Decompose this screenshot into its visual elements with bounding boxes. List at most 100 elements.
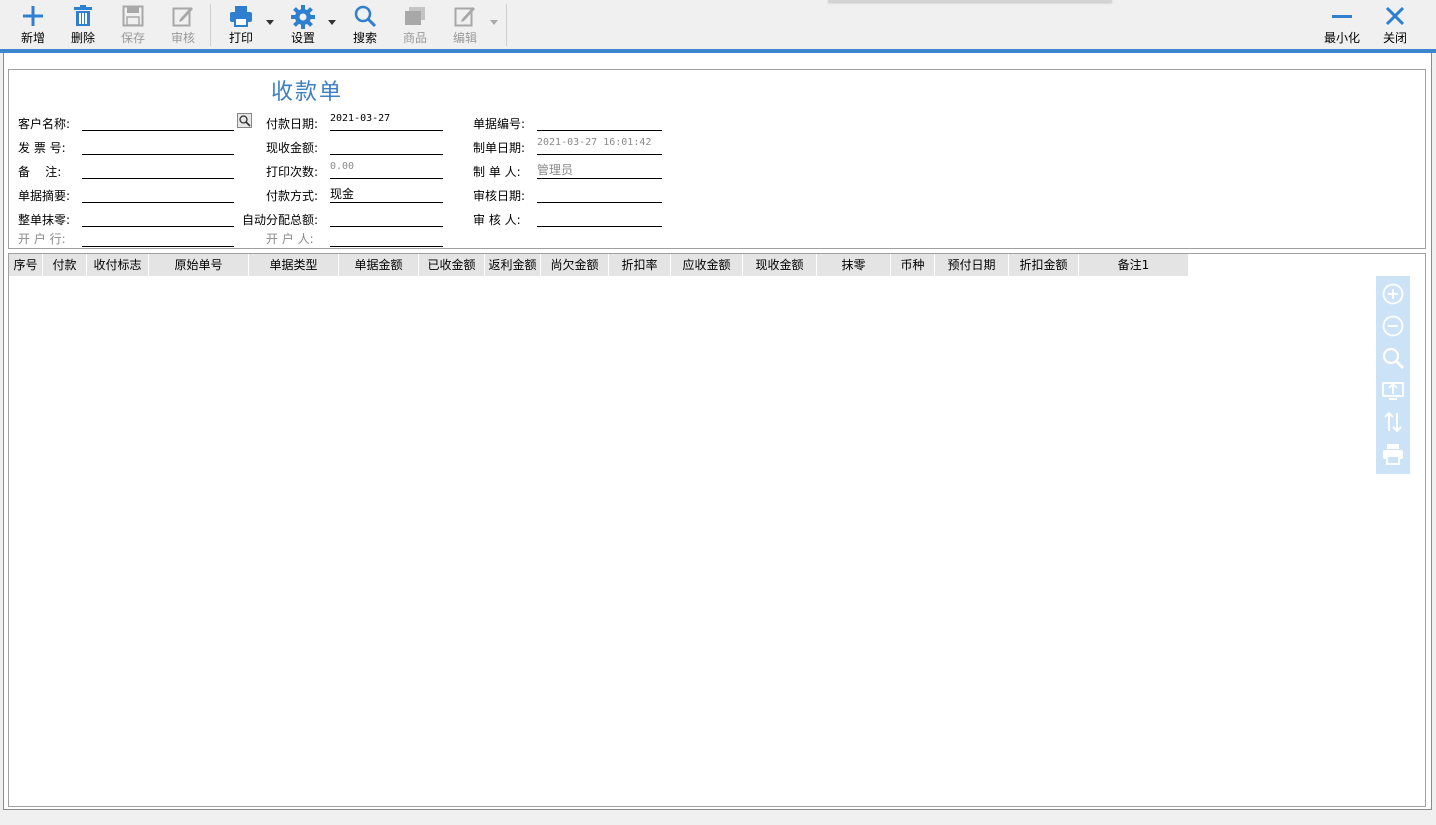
settings-button-label: 设置 bbox=[290, 31, 315, 45]
zoom-out-button[interactable] bbox=[1376, 310, 1410, 340]
remark-field[interactable] bbox=[82, 178, 234, 179]
account-holder-label: 开 户 人: bbox=[266, 232, 314, 246]
audit-button-label: 审核 bbox=[170, 31, 195, 45]
bank-label: 开 户 行: bbox=[18, 232, 66, 246]
zoom-in-button[interactable] bbox=[1376, 278, 1410, 308]
gear-icon bbox=[291, 5, 315, 29]
add-button-label: 新增 bbox=[20, 31, 45, 45]
creator-value: 管理员 bbox=[537, 163, 574, 177]
zoom-out-icon bbox=[1382, 315, 1404, 337]
column-header[interactable]: 已收金额 bbox=[419, 254, 485, 276]
customer-lookup-button[interactable] bbox=[237, 113, 252, 128]
create-date-value: 2021-03-27 16:01:42 bbox=[537, 137, 652, 148]
column-header[interactable]: 原始单号 bbox=[149, 254, 249, 276]
pay-method-value: 现金 bbox=[330, 187, 355, 201]
column-header[interactable]: 单据金额 bbox=[339, 254, 419, 276]
product-button[interactable]: 商品 bbox=[390, 0, 440, 49]
delete-button-label: 删除 bbox=[70, 31, 95, 45]
close-button-label: 关闭 bbox=[1382, 31, 1407, 45]
column-header[interactable]: 收付标志 bbox=[87, 254, 149, 276]
account-holder-field[interactable] bbox=[330, 246, 443, 247]
toolbar-separator bbox=[506, 4, 507, 46]
doc-no-field[interactable] bbox=[537, 130, 662, 131]
pay-method-field[interactable] bbox=[330, 202, 443, 203]
column-header[interactable]: 尚欠金额 bbox=[541, 254, 609, 276]
search-button-label: 搜索 bbox=[352, 31, 377, 45]
add-button[interactable]: 新增 bbox=[8, 0, 58, 49]
customer-name-field[interactable] bbox=[82, 130, 234, 131]
doc-no-label: 单据编号: bbox=[473, 117, 526, 131]
received-amount-field[interactable] bbox=[330, 154, 443, 155]
pay-method-label: 付款方式: bbox=[266, 189, 319, 203]
column-header[interactable]: 序号 bbox=[9, 254, 43, 276]
main-panel: 收款单 客户名称: 发 票 号: 备 注: 单据摘要: 整单抹零: 开 户 行:… bbox=[3, 53, 1432, 810]
pay-date-field[interactable] bbox=[330, 130, 443, 131]
summary-field[interactable] bbox=[82, 202, 234, 203]
sort-button[interactable] bbox=[1376, 406, 1410, 436]
close-button[interactable]: 关闭 bbox=[1370, 0, 1420, 49]
column-header[interactable]: 折扣率 bbox=[609, 254, 671, 276]
minimize-button-label: 最小化 bbox=[1323, 31, 1360, 45]
auto-alloc-label: 自动分配总额: bbox=[242, 213, 319, 227]
search-icon bbox=[1382, 347, 1404, 369]
grid-side-toolbar bbox=[1376, 276, 1410, 474]
toolbar-separator bbox=[210, 4, 211, 46]
print-button-label: 打印 bbox=[228, 31, 253, 45]
column-header[interactable]: 现收金额 bbox=[743, 254, 817, 276]
delete-button[interactable]: 删除 bbox=[58, 0, 108, 49]
edit-dropdown-chevron-down-icon[interactable] bbox=[490, 20, 498, 25]
trash-icon bbox=[74, 5, 92, 26]
creator-label: 制 单 人: bbox=[473, 165, 521, 179]
print-button[interactable]: 打印 bbox=[216, 0, 266, 49]
edit-button[interactable]: 编辑 bbox=[440, 0, 490, 49]
column-header[interactable]: 抹零 bbox=[817, 254, 891, 276]
search-icon bbox=[354, 5, 376, 27]
edit-button-label: 编辑 bbox=[452, 31, 477, 45]
column-header[interactable]: 备注1 bbox=[1079, 254, 1189, 276]
print-count-value: 0.00 bbox=[330, 161, 355, 172]
screen-share-button[interactable] bbox=[1376, 374, 1410, 404]
column-header[interactable]: 返利金额 bbox=[485, 254, 541, 276]
minimize-button[interactable]: 最小化 bbox=[1316, 0, 1368, 49]
create-date-field bbox=[537, 154, 662, 155]
settings-dropdown-chevron-down-icon[interactable] bbox=[328, 20, 336, 25]
settings-button[interactable]: 设置 bbox=[278, 0, 328, 49]
save-button-label: 保存 bbox=[120, 31, 145, 45]
column-header[interactable]: 应收金额 bbox=[671, 254, 743, 276]
audit-date-label: 审核日期: bbox=[473, 189, 526, 203]
print-count-field bbox=[330, 178, 443, 179]
grid-search-button[interactable] bbox=[1376, 342, 1410, 372]
form-header: 收款单 客户名称: 发 票 号: 备 注: 单据摘要: 整单抹零: 开 户 行:… bbox=[8, 69, 1426, 249]
detail-grid: 序号 付款 收付标志 原始单号 单据类型 单据金额 已收金额 返利金额 尚欠金额… bbox=[8, 253, 1426, 807]
product-icon bbox=[405, 7, 425, 25]
column-header[interactable]: 预付日期 bbox=[935, 254, 1009, 276]
save-icon bbox=[122, 5, 144, 27]
summary-label: 单据摘要: bbox=[18, 189, 71, 203]
print-dropdown-chevron-down-icon[interactable] bbox=[266, 20, 274, 25]
column-header[interactable]: 折扣金额 bbox=[1009, 254, 1079, 276]
bank-field[interactable] bbox=[82, 246, 234, 247]
column-header[interactable]: 单据类型 bbox=[249, 254, 339, 276]
creator-field bbox=[537, 178, 662, 179]
printer-icon bbox=[230, 6, 252, 27]
column-header[interactable]: 付款 bbox=[43, 254, 87, 276]
grid-header: 序号 付款 收付标志 原始单号 单据类型 单据金额 已收金额 返利金额 尚欠金额… bbox=[9, 254, 1189, 276]
zoom-in-icon bbox=[1382, 283, 1404, 305]
pay-date-value: 2021-03-27 bbox=[330, 113, 391, 124]
grid-print-button[interactable] bbox=[1376, 438, 1410, 468]
print-count-label: 打印次数: bbox=[266, 165, 319, 179]
invoice-no-field[interactable] bbox=[82, 154, 234, 155]
audit-button[interactable]: 审核 bbox=[158, 0, 208, 49]
floating-strip bbox=[828, 0, 1112, 2]
search-button[interactable]: 搜索 bbox=[340, 0, 390, 49]
save-button[interactable]: 保存 bbox=[108, 0, 158, 49]
product-button-label: 商品 bbox=[402, 31, 427, 45]
rounding-field[interactable] bbox=[82, 226, 234, 227]
auditor-field bbox=[537, 226, 662, 227]
auto-alloc-field[interactable] bbox=[330, 226, 443, 227]
remark-label: 备 注: bbox=[18, 165, 62, 179]
column-header[interactable]: 币种 bbox=[891, 254, 935, 276]
search-icon bbox=[239, 115, 251, 127]
plus-icon bbox=[23, 6, 43, 26]
page-title: 收款单 bbox=[271, 80, 344, 105]
